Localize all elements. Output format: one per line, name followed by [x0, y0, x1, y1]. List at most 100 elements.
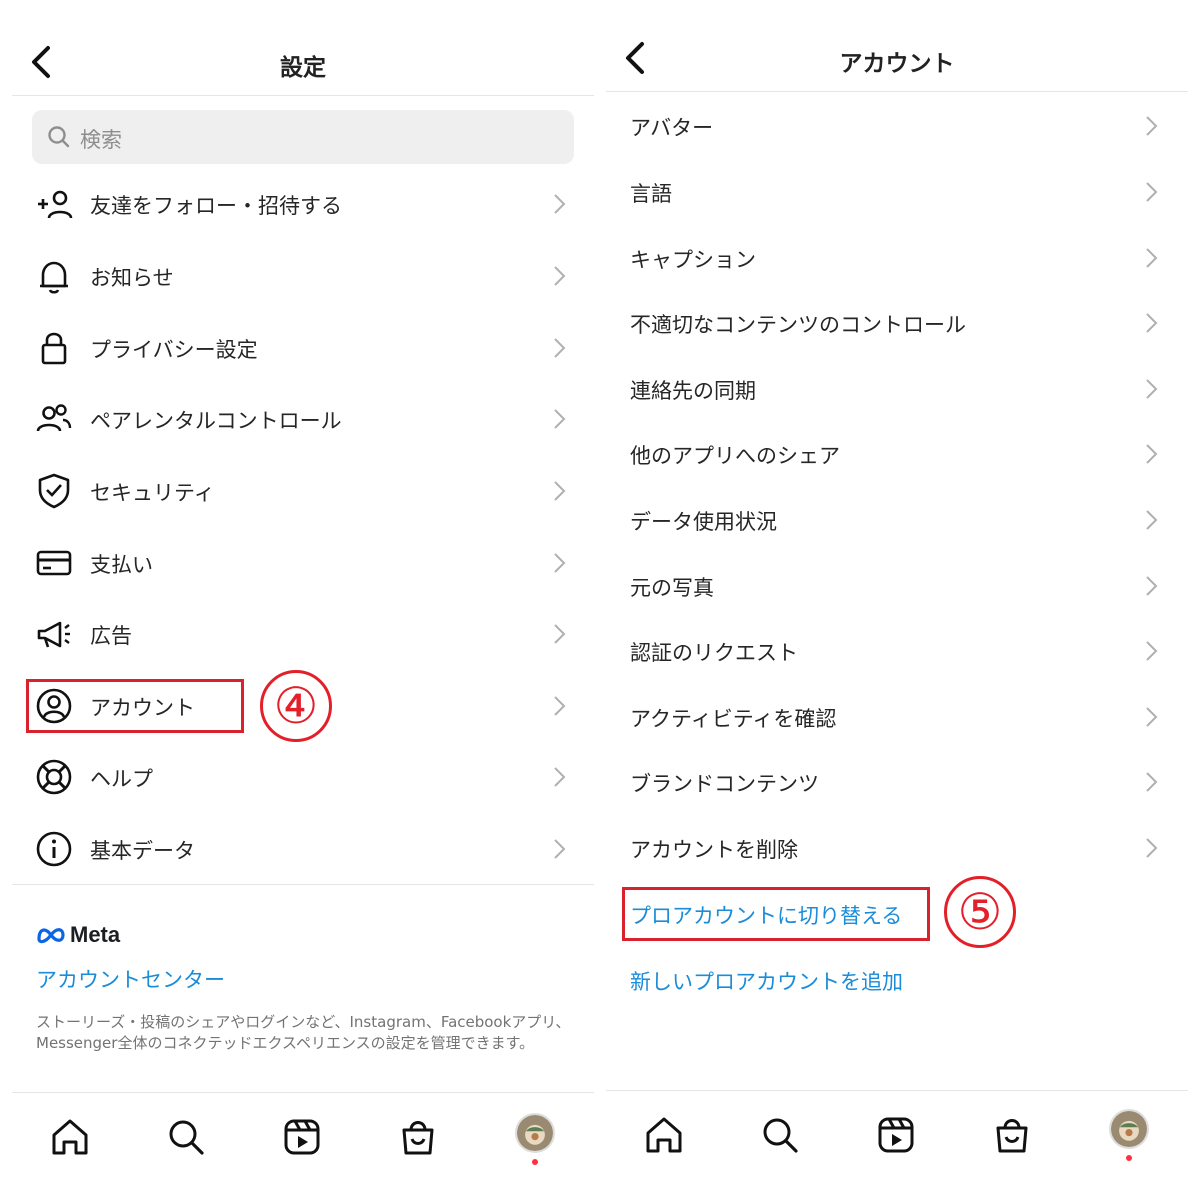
add-person-icon — [34, 184, 74, 224]
account-item-data-usage[interactable]: データ使用状況 — [606, 490, 1188, 550]
settings-item-help[interactable]: ヘルプ — [12, 747, 594, 807]
chevron-right-icon — [552, 622, 568, 646]
account-item-language[interactable]: 言語 — [606, 162, 1188, 222]
account-item-label: 認証のリクエスト — [630, 641, 798, 665]
chevron-right-icon — [552, 694, 568, 718]
account-item-original-photos[interactable]: 元の写真 — [606, 556, 1188, 616]
chevron-right-icon — [552, 479, 568, 503]
account-item-sensitive-content[interactable]: 不適切なコンテンツのコントロール — [606, 293, 1188, 353]
shield-icon — [34, 471, 74, 511]
settings-item-label: 基本データ — [90, 839, 195, 863]
search-icon — [763, 1118, 798, 1153]
settings-item-payments[interactable]: 支払い — [12, 533, 594, 593]
settings-item-label: プライバシー設定 — [90, 338, 258, 362]
lock-icon — [34, 328, 74, 368]
settings-item-label: 支払い — [90, 553, 153, 577]
settings-item-ads[interactable]: 広告 — [12, 604, 594, 664]
shop-tab[interactable] — [990, 1113, 1034, 1157]
reels-tab[interactable] — [874, 1113, 918, 1157]
reels-icon — [284, 1119, 320, 1155]
account-item-label: 連絡先の同期 — [630, 379, 756, 403]
chevron-right-icon — [1144, 180, 1160, 204]
shop-icon — [996, 1119, 1028, 1153]
account-item-label: 他のアプリへのシェア — [630, 444, 840, 468]
chevron-right-icon — [552, 407, 568, 431]
account-center-link[interactable]: アカウントセンター — [36, 964, 225, 994]
notification-dot — [1126, 1155, 1132, 1161]
reels-icon — [878, 1117, 914, 1153]
chevron-right-icon — [552, 837, 568, 861]
chevron-right-icon — [552, 264, 568, 288]
settings-header: 設定 — [12, 0, 594, 96]
account-item-label: アバター — [630, 116, 714, 140]
account-item-contacts-sync[interactable]: 連絡先の同期 — [606, 359, 1188, 419]
shop-icon — [402, 1121, 434, 1155]
search-input[interactable]: 検索 — [32, 110, 574, 164]
chevron-right-icon — [1144, 705, 1160, 729]
bell-icon — [34, 256, 74, 296]
shop-tab[interactable] — [396, 1115, 440, 1159]
profile-avatar[interactable] — [1109, 1109, 1149, 1149]
account-circle-icon — [34, 686, 74, 726]
account-item-avatar[interactable]: アバター — [606, 96, 1188, 156]
account-panel: アカウント アバター 言語 キャプション 不適切なコンテンツのコントロール 連絡… — [606, 0, 1188, 1200]
account-item-share-other-apps[interactable]: 他のアプリへのシェア — [606, 424, 1188, 484]
reels-tab[interactable] — [280, 1115, 324, 1159]
meta-logo-icon — [37, 928, 65, 944]
account-item-label: ブランドコンテンツ — [630, 772, 819, 796]
account-item-captions[interactable]: キャプション — [606, 228, 1188, 288]
chevron-right-icon — [1144, 114, 1160, 138]
card-icon — [34, 543, 74, 583]
chevron-right-icon — [1144, 377, 1160, 401]
account-item-delete-account[interactable]: アカウントを削除 — [606, 818, 1188, 878]
step-4-marker: ④ — [260, 670, 332, 742]
chevron-right-icon — [552, 551, 568, 575]
account-center-description: ストーリーズ・投稿のシェアやログインなど、Instagram、Facebookア… — [36, 1013, 571, 1052]
chevron-right-icon — [1144, 770, 1160, 794]
settings-item-follow-invite[interactable]: 友達をフォロー・招待する — [12, 174, 594, 234]
switch-to-professional-link[interactable]: プロアカウントに切り替える — [630, 900, 902, 930]
account-item-label: データ使用状況 — [630, 510, 777, 534]
chevron-right-icon — [1144, 246, 1160, 270]
search-placeholder: 検索 — [80, 128, 122, 152]
settings-item-basic-data[interactable]: 基本データ — [12, 819, 594, 879]
home-icon — [646, 1117, 682, 1153]
add-professional-account-link[interactable]: 新しいプロアカウントを追加 — [630, 966, 903, 996]
meta-brand: Meta — [36, 922, 120, 948]
chevron-right-icon — [1144, 639, 1160, 663]
page-title: 設定 — [280, 55, 326, 81]
meta-wordmark: Meta — [70, 922, 121, 947]
account-item-label: キャプション — [630, 248, 756, 272]
search-tab[interactable] — [758, 1113, 802, 1157]
settings-item-security[interactable]: セキュリティ — [12, 461, 594, 521]
chevron-right-icon — [1144, 836, 1160, 860]
search-icon — [169, 1120, 204, 1155]
settings-item-label: アカウント — [90, 696, 195, 720]
settings-item-label: 広告 — [90, 624, 132, 648]
account-item-request-verification[interactable]: 認証のリクエスト — [606, 621, 1188, 681]
people-icon — [34, 399, 74, 439]
search-tab[interactable] — [164, 1115, 208, 1159]
settings-item-label: 友達をフォロー・招待する — [90, 194, 342, 218]
account-item-label: 不適切なコンテンツのコントロール — [630, 313, 966, 337]
search-icon — [48, 126, 70, 148]
home-tab[interactable] — [48, 1115, 92, 1159]
account-item-review-activity[interactable]: アクティビティを確認 — [606, 687, 1188, 747]
settings-item-parental-control[interactable]: ペアレンタルコントロール — [12, 389, 594, 449]
profile-avatar[interactable] — [515, 1113, 555, 1153]
home-tab[interactable] — [642, 1113, 686, 1157]
bottom-tab-bar — [606, 1090, 1188, 1200]
page-title: アカウント — [839, 51, 955, 77]
account-item-branded-content[interactable]: ブランドコンテンツ — [606, 752, 1188, 812]
account-item-label: 言語 — [630, 182, 672, 206]
settings-item-label: セキュリティ — [90, 481, 215, 505]
info-icon — [34, 829, 74, 869]
bottom-tab-bar — [12, 1092, 594, 1200]
chevron-right-icon — [1144, 442, 1160, 466]
settings-item-privacy[interactable]: プライバシー設定 — [12, 318, 594, 378]
settings-item-label: ヘルプ — [90, 767, 153, 791]
chevron-right-icon — [1144, 574, 1160, 598]
settings-item-notifications[interactable]: お知らせ — [12, 246, 594, 306]
lifebuoy-icon — [34, 757, 74, 797]
notification-dot — [532, 1159, 538, 1165]
